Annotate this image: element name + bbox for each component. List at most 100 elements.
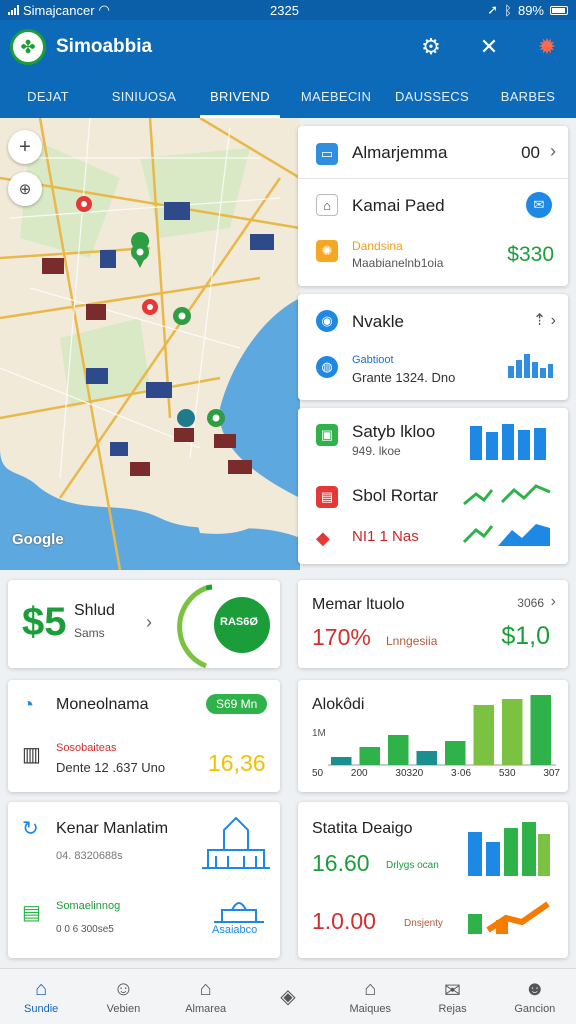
panel2-row2-title: Gabtioot: [352, 354, 394, 366]
market-value: $1,0: [501, 622, 550, 650]
signal-icon: [8, 5, 19, 15]
nav-item-gancion[interactable]: ☻ Gancion: [494, 969, 576, 1024]
kenar-label2: Somaelinnog: [56, 900, 121, 912]
nav-item-vebien[interactable]: ☺ Vebien: [82, 969, 164, 1024]
akoi-x-tick: 530: [498, 768, 516, 779]
settings-icon[interactable]: ⚙: [416, 32, 446, 62]
warning-icon: ◆: [316, 528, 330, 548]
battery-icon: [550, 5, 568, 15]
info-panel-3: ▣ Satyb lkloo 949. lkoe ▤ Sbol Rortar ◆ …: [298, 408, 568, 564]
user-icon: ☻: [524, 978, 546, 1000]
bookmark-icon: ⌂: [316, 194, 338, 216]
panel1-row3-subtitle: Maabianelnb1oia: [352, 256, 444, 270]
kenar-card[interactable]: ↻ Kenar Manlatim 04. 8320688s ▤ Somaelin…: [8, 802, 280, 958]
panel3-row1-title[interactable]: Satyb lkloo: [352, 422, 435, 442]
kenar-title: Kenar Manlatim: [56, 820, 169, 837]
app-logo: ✤: [10, 29, 46, 65]
tab-dejat[interactable]: DEJAT: [0, 74, 96, 118]
map-canvas: [0, 118, 300, 570]
mini-bar-chart: [470, 424, 546, 460]
refresh-icon: ↻: [22, 818, 39, 840]
document-icon: ▤: [22, 902, 41, 924]
message-icon[interactable]: ✉: [526, 192, 552, 218]
tab-barbes[interactable]: BARBES: [480, 74, 576, 118]
akoi-x-tick: 3·06: [451, 768, 472, 779]
house-icon: ⌂: [364, 978, 377, 1000]
globe-icon: ◍: [316, 356, 338, 378]
app-title: Simoabbia: [56, 36, 153, 57]
navigate-icon[interactable]: ⇡ ›: [533, 310, 556, 330]
akoi-chart-card[interactable]: Alokôdi 1M 50 200 30320 3·06 530 307: [298, 680, 568, 792]
panel3-row2-label[interactable]: Sbol Rortar: [352, 486, 438, 506]
chevron-right-icon[interactable]: ›: [551, 593, 556, 611]
tab-bar: DEJAT SINIUOSA BRIVEND MAEBECIN DAUSSECS…: [0, 74, 576, 118]
kenar-line2: 0 0 6 300se5: [56, 924, 114, 935]
tab-maebecin[interactable]: MAEBECIN: [288, 74, 384, 118]
info-panel-1: ▭ Almarjemma 00 › ⌂ Kamai Paed ✉ ✺ Dands…: [298, 126, 568, 286]
panel1-row3-value: $330: [507, 243, 554, 266]
statita-trend-chart: [468, 901, 550, 934]
mone-value: 16,36: [208, 750, 266, 776]
nav-label: Maiques: [349, 1003, 392, 1015]
zoom-in-button[interactable]: +: [8, 130, 42, 164]
market-card[interactable]: Memar ltuolo 3066 › 170% Lnngesiia $1,0: [298, 580, 568, 668]
location-pin-icon: ◉: [316, 310, 338, 332]
akoi-x-tick: 307: [543, 768, 560, 779]
building-icon: ⌂: [199, 978, 212, 1000]
panel1-label[interactable]: Almarjemma: [352, 143, 447, 163]
mone-title: Moneolnama: [56, 696, 149, 713]
status-bar: Simajcancer ◠ 2325 ➚ ᛒ 89%: [0, 0, 576, 20]
map-view[interactable]: + ⊕ Google: [0, 118, 300, 570]
akoi-x-tick: 50: [312, 768, 324, 779]
layers-button[interactable]: ⊕: [8, 172, 42, 206]
compass-icon: ◈: [280, 986, 296, 1008]
nav-item-sundie[interactable]: ⌂ Sundie: [0, 969, 82, 1024]
stat-title: Shlud: [74, 602, 115, 619]
tab-siniuosa[interactable]: SINIUOSA: [96, 74, 192, 118]
chevron-right-icon[interactable]: ›: [550, 141, 556, 162]
kenar-caption: Asaiabco: [212, 924, 258, 936]
app-header: ✤ Simoabbia ⚙ ✕ ✹: [0, 20, 576, 74]
panel1-row3-title: Dandsina: [352, 239, 403, 253]
tab-daussecs[interactable]: DAUSSECS: [384, 74, 480, 118]
carrier-name: Simajcancer: [23, 2, 95, 18]
tab-brivend[interactable]: BRIVEND: [192, 74, 288, 118]
akoi-x-tick: 30320: [395, 768, 424, 779]
mail-icon: ✉: [444, 980, 461, 1002]
map-attribution: Google: [12, 531, 64, 548]
nav-label: Almarea: [185, 1003, 227, 1015]
akoi-x-tick: 200: [350, 768, 368, 779]
statita-card[interactable]: Statita Deaigo 16.60 Drlygs ocan 1.0.00 …: [298, 802, 568, 958]
alert-icon[interactable]: ✹: [532, 32, 562, 62]
nav-item-almarea[interactable]: ⌂ Almarea: [165, 969, 247, 1024]
clock-icon: ◔: [22, 694, 35, 716]
trend-sparklines: [462, 484, 551, 546]
wifi-icon: ◠: [98, 2, 110, 17]
bottom-nav: ⌂ Sundie ☺ Vebien ⌂ Almarea ◈ ⌂ Maiques …: [0, 968, 576, 1024]
person-icon: ☺: [113, 978, 134, 1000]
panel2-label[interactable]: Nvakle: [352, 312, 404, 332]
mone-card[interactable]: ◔ Moneolnama S69 Mn ▥ Sosobaiteas Dente …: [8, 680, 280, 792]
akoi-bar: [416, 751, 437, 765]
tools-icon[interactable]: ✕: [474, 32, 504, 62]
market-sub: Lnngesiia: [386, 634, 438, 648]
statita-value2: 1.0.00: [312, 908, 376, 934]
info-panel-2: ◉ Nvakle ⇡ › ◍ Gabtioot Grante 1324. Dno: [298, 294, 568, 400]
capitol-icon: [214, 902, 264, 923]
stat-big-value: $5: [22, 600, 67, 644]
panel3-row1-subtitle: 949. lkoe: [352, 444, 401, 458]
akoi-bar: [359, 747, 380, 765]
stat-card[interactable]: $5 Shlud Sams › RAS6Ø: [8, 580, 280, 668]
statita-value1: 16.60: [312, 850, 370, 876]
nav-item-compass[interactable]: ◈: [247, 969, 329, 1024]
akoi-bar: [530, 695, 551, 765]
panel1-row2-label[interactable]: Kamai Paed: [352, 196, 445, 216]
mone-pill[interactable]: S69 Mn: [206, 694, 268, 714]
market-percent: 170%: [312, 624, 371, 650]
nav-label: Sundie: [24, 1003, 59, 1015]
chevron-right-icon[interactable]: ›: [146, 612, 152, 633]
flag-icon: ▤: [316, 486, 338, 508]
register-icon: ▥: [22, 744, 41, 766]
nav-item-maiques[interactable]: ⌂ Maiques: [329, 969, 411, 1024]
nav-item-rejas[interactable]: ✉ Rejas: [411, 969, 493, 1024]
